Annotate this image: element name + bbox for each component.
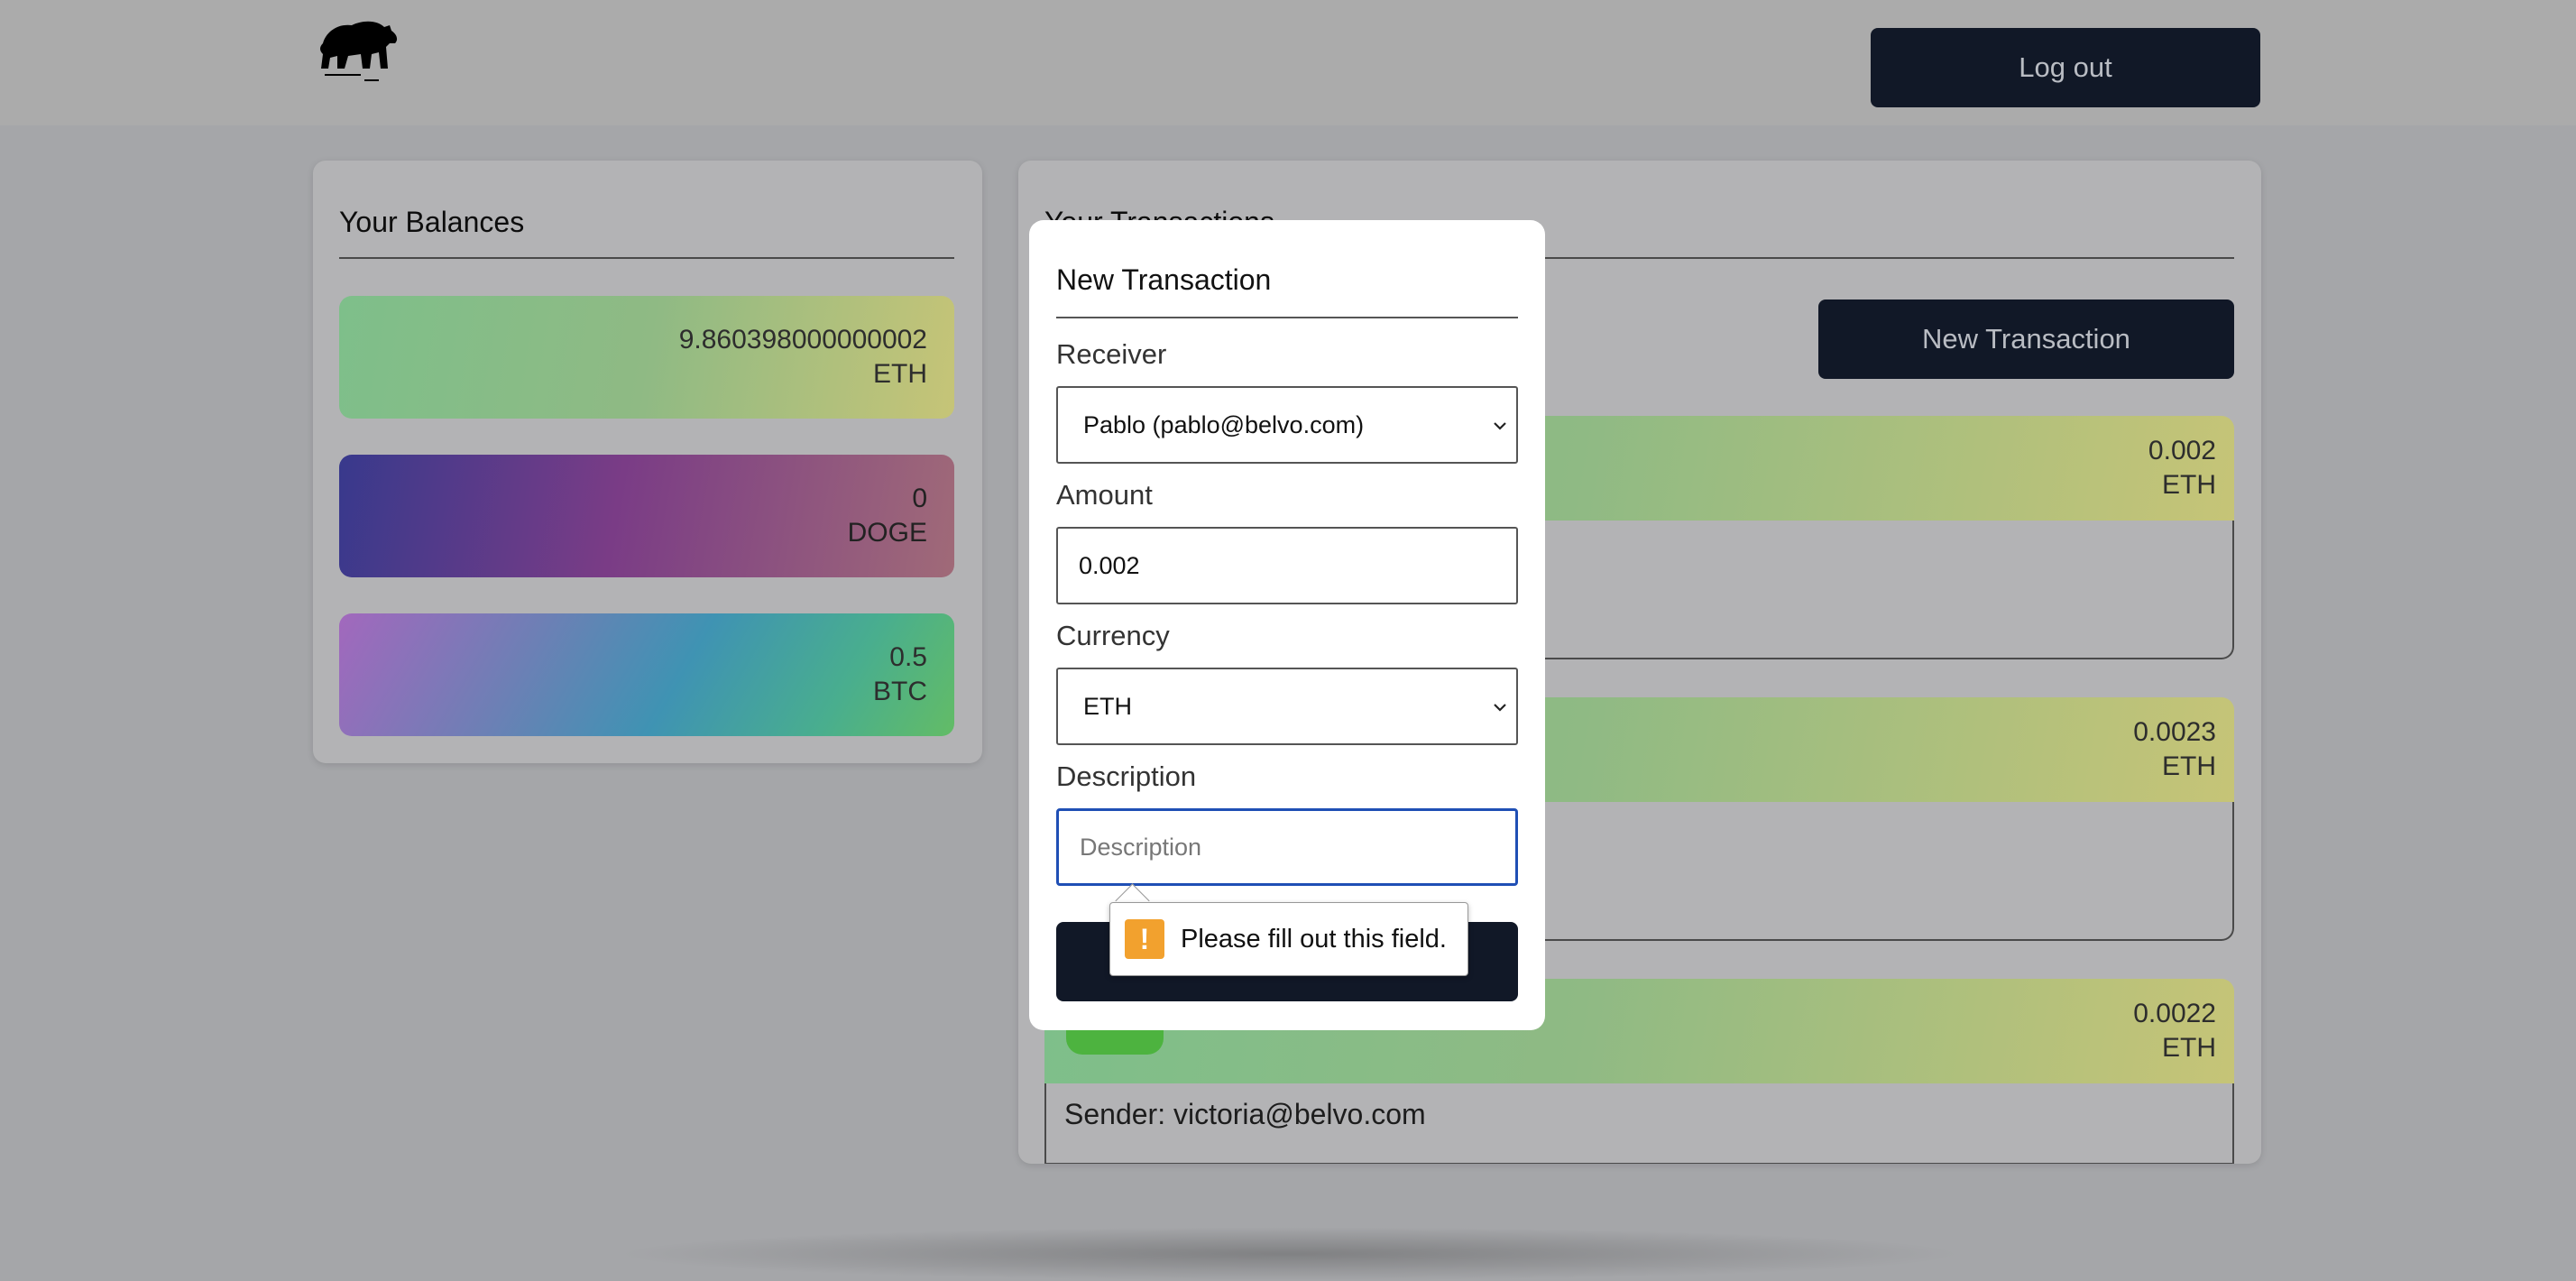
modal-title: New Transaction [1056, 263, 1272, 296]
receiver-select[interactable]: Pablo (pablo@belvo.com) [1056, 386, 1518, 464]
chevron-down-icon [1494, 422, 1506, 430]
balance-card-doge: 0 DOGE [339, 455, 954, 577]
balances-panel: Your Balances 9.860398000000002 ETH 0 DO… [313, 161, 982, 763]
validation-tooltip: ! Please fill out this field. [1109, 902, 1468, 976]
receiver-selected-value: Pablo (pablo@belvo.com) [1083, 410, 1365, 438]
balance-amount: 0.5 [889, 642, 927, 672]
transaction-body: Sender: victoria@belvo.com [1044, 1083, 2234, 1164]
balance-card-eth: 9.860398000000002 ETH [339, 296, 954, 419]
currency-label: Currency [1056, 620, 1170, 651]
balance-currency: BTC [873, 677, 927, 706]
balances-divider [339, 257, 954, 259]
currency-select[interactable]: ETH [1056, 668, 1518, 745]
sender-label: Sender: [1064, 1098, 1166, 1130]
bottom-shadow [613, 1227, 1966, 1281]
balance-amount: 0 [912, 484, 927, 513]
sender-email: victoria@belvo.com [1173, 1098, 1426, 1130]
status-badge [1066, 1029, 1164, 1055]
description-input[interactable]: Description [1056, 808, 1518, 886]
balance-amount: 9.860398000000002 [678, 325, 927, 355]
logout-button[interactable]: Log out [1871, 28, 2260, 107]
receiver-label: Receiver [1056, 338, 1167, 370]
balance-currency: ETH [873, 359, 927, 389]
sender-line: Sender: victoria@belvo.com [1064, 1098, 1426, 1131]
modal-divider [1056, 317, 1518, 318]
new-transaction-button[interactable]: New Transaction [1818, 300, 2234, 379]
warning-icon: ! [1125, 919, 1164, 959]
description-label: Description [1056, 760, 1197, 792]
top-header: Log out [0, 0, 2576, 125]
balance-card-btc: 0.5 BTC [339, 613, 954, 736]
transaction-currency: ETH [2162, 1033, 2216, 1063]
amount-input[interactable]: 0.002 [1056, 527, 1518, 604]
chevron-down-icon [1494, 704, 1506, 712]
bear-logo-icon[interactable] [317, 16, 400, 85]
balance-currency: DOGE [847, 518, 927, 548]
amount-label: Amount [1056, 479, 1153, 511]
currency-selected-value: ETH [1083, 692, 1132, 720]
validation-message: Please fill out this field. [1181, 924, 1447, 954]
balances-title: Your Balances [339, 206, 525, 238]
